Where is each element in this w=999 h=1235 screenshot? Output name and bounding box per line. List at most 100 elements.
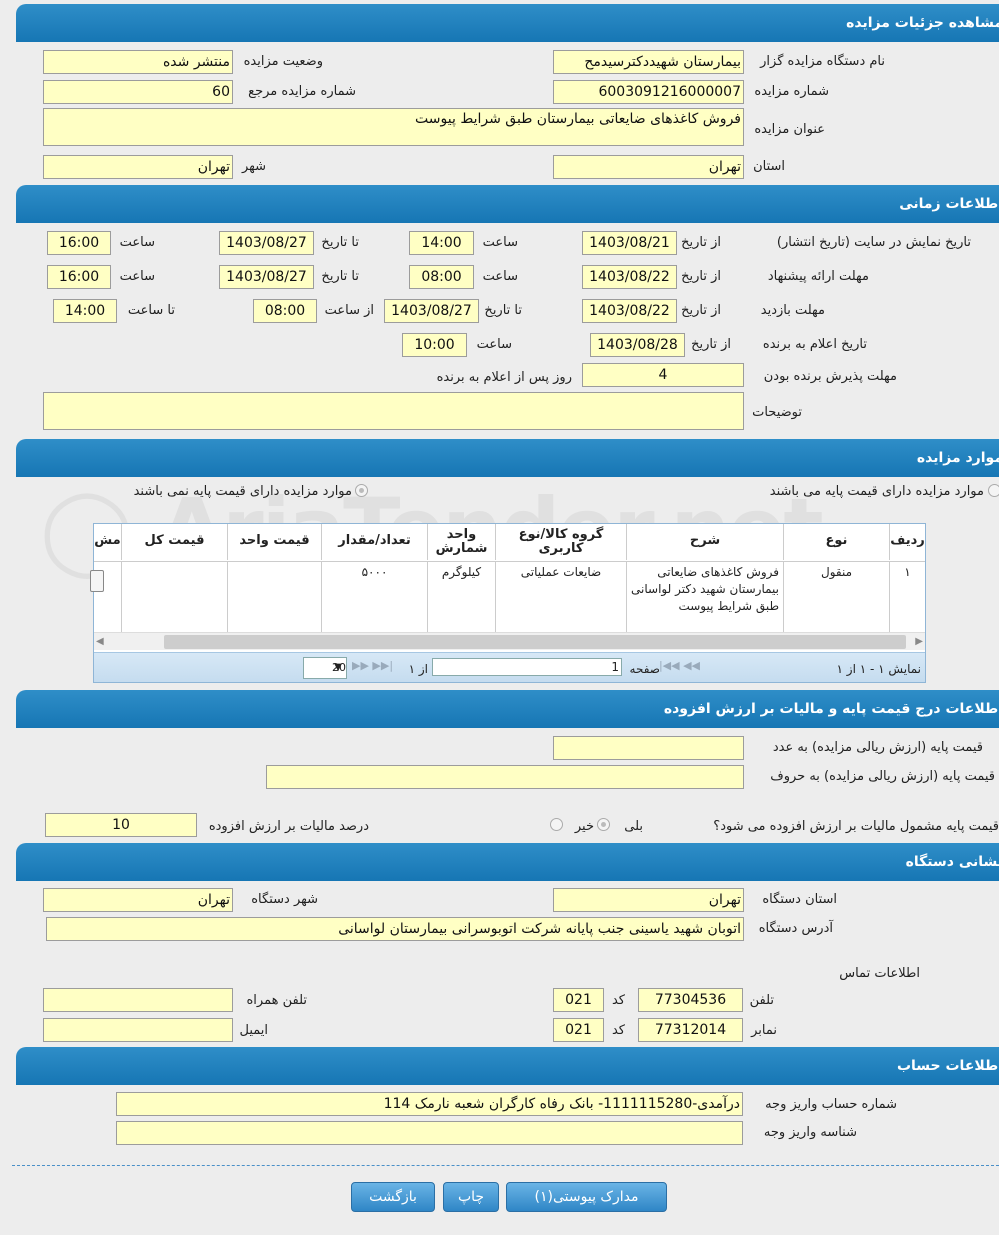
base-price-text-field[interactable] <box>266 765 744 789</box>
page-size-select[interactable]: 20 ▼ <box>303 657 347 679</box>
col-group[interactable]: گروه کالا/نوع کاربری <box>495 524 626 560</box>
vat-question-label: قیمت پایه مشمول مالیات بر ارزش افزوده می… <box>713 819 999 834</box>
scroll-left-icon[interactable]: ◀ <box>96 636 104 647</box>
cell-row: ۱ <box>889 562 925 632</box>
base-price-number-field[interactable] <box>553 736 744 760</box>
visit-from-field[interactable]: 1403/08/22 <box>582 299 677 323</box>
print-button[interactable]: چاپ <box>443 1182 499 1212</box>
payment-id-label: شناسه واریز وجه <box>763 1125 857 1140</box>
account-number-field[interactable]: درآمدی-1111115280- بانک رفاه کارگران شعب… <box>116 1092 743 1116</box>
radio-without-base-price-label: موارد مزایده دارای قیمت پایه نمی باشند <box>133 484 352 499</box>
org-city-label: شهر دستگاه <box>251 892 318 907</box>
mobile-field[interactable] <box>43 988 233 1012</box>
visit-to-label: تا تاریخ <box>484 303 522 318</box>
display-date-label: تاریخ نمایش در سایت (تاریخ انتشار) <box>776 235 971 250</box>
col-more[interactable]: مش <box>94 524 121 560</box>
grid-horizontal-scrollbar[interactable]: ◀ ▶ <box>94 632 925 650</box>
org-city-field[interactable]: تهران <box>43 888 233 912</box>
cell-qty: ۵۰۰۰ <box>321 562 427 632</box>
col-qty[interactable]: تعداد/مقدار <box>321 524 427 560</box>
display-from-field[interactable]: 1403/08/21 <box>582 231 677 255</box>
display-from-hour-label: ساعت <box>482 235 518 250</box>
next-prev-page-icons[interactable]: ▶▶ ▶▶| <box>352 659 393 672</box>
display-to-time-field[interactable]: 16:00 <box>47 231 111 255</box>
offer-from-label: از تاریخ <box>681 269 721 284</box>
display-to-hour-label: ساعت <box>119 235 155 250</box>
offer-to-label: تا تاریخ <box>321 269 359 284</box>
org-province-label: استان دستگاه <box>762 892 837 907</box>
fax-code-label: کد <box>611 1023 625 1038</box>
cell-group: ضایعات عملیاتی <box>495 562 626 632</box>
accept-days-field[interactable]: 4 <box>582 363 744 387</box>
offer-from-time-field[interactable]: 08:00 <box>409 265 474 289</box>
city-field[interactable]: تهران <box>43 155 233 179</box>
org-address-label: آدرس دستگاه <box>758 921 833 936</box>
col-row[interactable]: ردیف <box>889 524 925 560</box>
vat-yes-radio[interactable] <box>597 818 610 831</box>
phone-field[interactable]: 77304536 <box>638 988 743 1012</box>
payment-id-field[interactable] <box>116 1121 743 1145</box>
col-desc[interactable]: شرح <box>626 524 783 560</box>
back-button[interactable]: بازگشت <box>351 1182 435 1212</box>
visit-from-time-field[interactable]: 08:00 <box>253 299 317 323</box>
org-province-field[interactable]: تهران <box>553 888 744 912</box>
scrollbar-thumb[interactable] <box>164 635 906 649</box>
pager-showing: نمایش ۱ - ۱ از ۱ <box>836 662 921 676</box>
description-field[interactable] <box>43 392 744 430</box>
province-field[interactable]: تهران <box>553 155 744 179</box>
vat-percent-label: درصد مالیات بر ارزش افزوده <box>208 819 369 834</box>
display-to-field[interactable]: 1403/08/27 <box>219 231 314 255</box>
col-type[interactable]: نوع <box>783 524 889 560</box>
org-address-field[interactable]: اتوبان شهید یاسینی جنب پایانه شرکت اتوبو… <box>46 917 744 941</box>
section-header-base-price: اطلاعات درج قیمت پایه و مالیات بر ارزش ا… <box>16 690 999 728</box>
announce-date-label: تاریخ اعلام به برنده <box>762 337 867 352</box>
scroll-right-icon[interactable]: ▶ <box>915 636 923 647</box>
phone-code-field[interactable]: 021 <box>553 988 604 1012</box>
cell-desc: فروش کاغذهای ضایعاتی بیمارستان شهید دکتر… <box>626 562 783 632</box>
col-unit-price[interactable]: قیمت واحد <box>227 524 321 560</box>
announce-time-field[interactable]: 10:00 <box>402 333 467 357</box>
section-header-details: مشاهده جزئیات مزایده <box>16 4 999 42</box>
visit-to-time-field[interactable]: 14:00 <box>53 299 117 323</box>
section-header-time: اطلاعات زمانی <box>16 185 999 223</box>
vat-no-radio[interactable] <box>550 818 563 831</box>
radio-without-base-price[interactable] <box>355 484 368 497</box>
radio-with-base-price[interactable] <box>988 484 999 497</box>
description-label: توضیحات <box>752 405 802 420</box>
offer-from-field[interactable]: 1403/08/22 <box>582 265 677 289</box>
col-total-price[interactable]: قیمت کل <box>121 524 227 560</box>
cell-total-price <box>121 562 227 632</box>
accept-deadline-label: مهلت پذیرش برنده بودن <box>763 369 897 384</box>
announce-date-field[interactable]: 1403/08/28 <box>590 333 685 357</box>
first-last-page-icons[interactable]: |◀◀ ◀◀ <box>659 659 700 672</box>
section-header-account: اطلاعات حساب <box>16 1047 999 1085</box>
announce-from-label: از تاریخ <box>691 337 731 352</box>
phone-code-label: کد <box>611 993 625 1008</box>
offer-from-hour-label: ساعت <box>482 269 518 284</box>
display-from-time-field[interactable]: 14:00 <box>409 231 474 255</box>
fax-code-field[interactable]: 021 <box>553 1018 604 1042</box>
col-unit[interactable]: واحد شمارش <box>427 524 495 560</box>
offer-to-field[interactable]: 1403/08/27 <box>219 265 314 289</box>
attachments-button[interactable]: مدارک پیوستی(۱) <box>506 1182 667 1212</box>
pager-of-label: از ۱ <box>408 662 428 676</box>
ref-number-field[interactable]: 60 <box>43 80 233 104</box>
base-price-number-label: قیمت پایه (ارزش ریالی مزایده) به عدد <box>772 740 983 755</box>
fax-field[interactable]: 77312014 <box>638 1018 743 1042</box>
vat-percent-field[interactable]: 10 <box>45 813 197 837</box>
visit-deadline-label: مهلت بازدید <box>760 303 825 318</box>
visit-from-label: از تاریخ <box>681 303 721 318</box>
org-field[interactable]: بیمارستان شهیددکترسیدمح <box>553 50 744 74</box>
offer-to-time-field[interactable]: 16:00 <box>47 265 111 289</box>
province-label: استان <box>753 159 785 174</box>
email-field[interactable] <box>43 1018 233 1042</box>
section-header-address: نشانی دستگاه <box>16 843 999 881</box>
row-detail-button[interactable] <box>90 570 104 592</box>
visit-to-field[interactable]: 1403/08/27 <box>384 299 479 323</box>
table-row[interactable]: ۱ منقول فروش کاغذهای ضایعاتی بیمارستان ش… <box>90 561 925 632</box>
page-number-input[interactable]: 1 <box>432 658 622 676</box>
city-label: شهر <box>241 159 266 174</box>
title-field[interactable]: فروش کاغذهای ضایعاتی بیمارستان طبق شرایط… <box>43 108 744 146</box>
number-field[interactable]: 6003091216000007 <box>553 80 744 104</box>
status-field[interactable]: منتشر شده <box>43 50 233 74</box>
